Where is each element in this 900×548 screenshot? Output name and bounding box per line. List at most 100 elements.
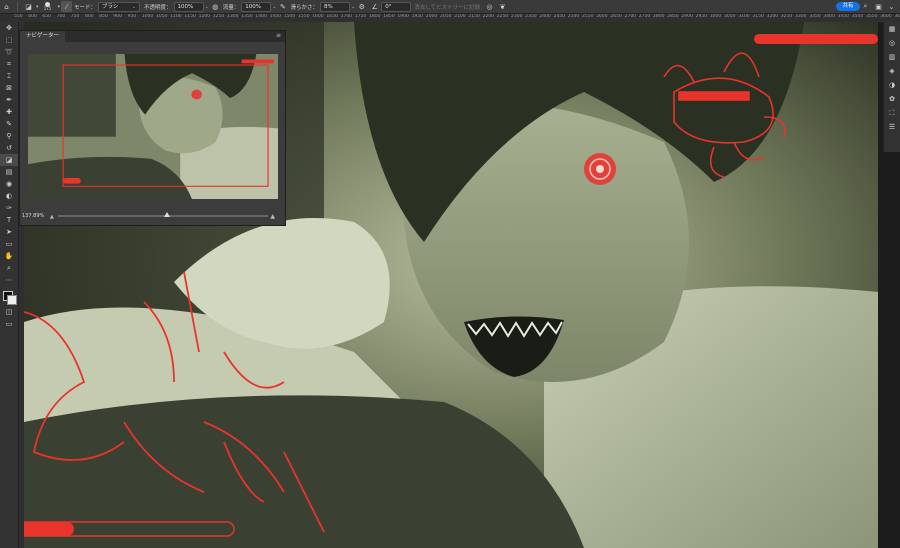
search-icon[interactable]: ⌕ xyxy=(860,1,871,12)
chevron-down-icon[interactable]: ▾ xyxy=(58,4,61,10)
ruler-mark: 2900 xyxy=(681,14,693,19)
share-button[interactable]: 共有 xyxy=(836,2,860,11)
ruler-mark: 3500 xyxy=(851,14,864,19)
opacity-label: 不透明度： xyxy=(144,4,172,11)
ruler-mark: 1950 xyxy=(411,14,424,19)
type-icon[interactable]: T xyxy=(0,214,18,226)
chevron-down-icon[interactable]: ⌄ xyxy=(205,4,209,10)
path-select-icon[interactable]: ➤ xyxy=(0,226,18,238)
hand-icon[interactable]: ✋ xyxy=(0,250,18,262)
ruler-mark: 1350 xyxy=(241,14,253,19)
ruler-mark: 3650 xyxy=(894,14,900,19)
eraser-icon[interactable]: ◪ xyxy=(0,154,18,166)
marquee-icon[interactable]: ⬚ xyxy=(0,34,18,46)
grid-icon[interactable]: ▦ xyxy=(884,22,900,36)
ruler-mark: 2300 xyxy=(511,14,523,19)
chevron-down-icon[interactable]: ⌄ xyxy=(351,4,355,10)
lasso-icon[interactable]: ➰ xyxy=(0,46,18,58)
ruler-mark: 2950 xyxy=(695,14,708,19)
zoom-slider-handle[interactable] xyxy=(164,212,171,217)
ruler-mark: 1650 xyxy=(326,14,338,19)
channels-icon[interactable]: ◎ xyxy=(884,36,900,50)
zoom-out-icon[interactable]: ▲ xyxy=(50,214,54,220)
chevron-down-icon[interactable]: ⌄ xyxy=(272,4,276,10)
eraser-tool-icon[interactable]: ◪ xyxy=(23,1,34,12)
eyedropper-icon[interactable]: ✒ xyxy=(0,94,18,106)
angle-icon: ∠ xyxy=(371,2,378,11)
ruler-mark: 2050 xyxy=(440,14,452,19)
object-select-icon[interactable]: ⌗ xyxy=(0,58,18,70)
flow-field[interactable]: 100% xyxy=(241,1,272,12)
more-tools-icon[interactable]: ⋯ xyxy=(0,274,18,286)
angle-field[interactable]: 0° xyxy=(381,1,412,12)
tab-navigator[interactable]: ナビゲーター xyxy=(20,31,66,42)
ruler-mark: 650 xyxy=(42,14,51,19)
opacity-field[interactable]: 100% xyxy=(173,1,204,12)
crop-icon[interactable]: ⌶ xyxy=(0,70,18,82)
layers-icon[interactable]: ◈ xyxy=(884,64,900,78)
zoom-in-icon[interactable]: ▲ xyxy=(270,213,275,220)
smoothing-label: 滑らかさ： xyxy=(290,4,318,11)
quick-mask-icon[interactable]: ◫ xyxy=(0,306,18,318)
transform-icon[interactable]: ⛶ xyxy=(884,106,900,120)
pressure-size-icon[interactable]: ◎ xyxy=(484,1,495,12)
mode-label: モード： xyxy=(74,4,97,11)
properties-icon[interactable]: ✿ xyxy=(884,92,900,106)
ruler-mark: 2550 xyxy=(582,14,594,19)
workspace-icon[interactable]: ▣ xyxy=(873,1,884,12)
home-icon[interactable]: ⌂ xyxy=(1,1,12,12)
gradient-icon[interactable]: ▤ xyxy=(0,166,18,178)
ruler-mark: 750 xyxy=(70,14,80,19)
ruler-mark: 2200 xyxy=(482,14,495,19)
red-bar-top-right xyxy=(754,34,878,44)
gradients-icon[interactable]: ▥ xyxy=(884,50,900,64)
clone-stamp-icon[interactable]: ⚲ xyxy=(0,130,18,142)
rectangle-icon[interactable]: ▭ xyxy=(0,238,18,250)
zoom-icon[interactable]: ⌕ xyxy=(0,262,18,274)
sliders-icon[interactable]: ☰ xyxy=(884,120,900,134)
ruler-mark: 2450 xyxy=(553,14,566,19)
opacity-value: 100% xyxy=(177,3,194,10)
move-icon[interactable]: ✥ xyxy=(0,22,18,34)
brush-icon[interactable]: ✎ xyxy=(0,118,18,130)
airbrush-icon[interactable]: ✎ xyxy=(277,1,288,12)
pressure-opacity-icon[interactable]: ◍ xyxy=(210,1,221,12)
frame-icon[interactable]: ⊠ xyxy=(0,82,18,94)
history-brush-icon[interactable]: ↺ xyxy=(0,142,18,154)
mode-select[interactable]: ブラシ ⌄ xyxy=(98,1,141,12)
chevron-down-icon[interactable]: ⌄ xyxy=(886,1,897,12)
zoom-slider[interactable] xyxy=(58,212,268,217)
blur-icon[interactable]: ◉ xyxy=(0,178,18,190)
ruler-mark: 1250 xyxy=(212,14,225,19)
brush-settings-icon[interactable]: ⁄ xyxy=(61,1,73,12)
ruler-mark: 1550 xyxy=(298,14,310,19)
window-icons: ⌕ ▣ ⌄ xyxy=(859,1,898,12)
ruler-mark: 1700 xyxy=(340,14,353,19)
zoom-value[interactable]: 137.89% xyxy=(22,213,44,219)
divider xyxy=(17,2,18,11)
butterfly-icon[interactable]: ❦ xyxy=(497,1,508,12)
healing-brush-icon[interactable]: ✚ xyxy=(0,106,18,118)
adjustments-icon[interactable]: ◑ xyxy=(884,78,900,92)
chevron-down-icon[interactable]: ▾ xyxy=(36,4,39,10)
screen-mode-icon[interactable]: ▭ xyxy=(0,318,18,330)
ruler-mark: 1850 xyxy=(383,14,395,19)
panel-menu-icon[interactable]: ≡ xyxy=(276,32,281,39)
background-color[interactable] xyxy=(7,295,17,305)
pen-icon[interactable]: ✑ xyxy=(0,202,18,214)
ruler-mark: 2150 xyxy=(468,14,480,19)
brush-preset-icon[interactable]: 175 xyxy=(40,1,56,12)
ruler-mark: 1800 xyxy=(369,14,381,19)
dodge-icon[interactable]: ◐ xyxy=(0,190,18,202)
ruler-mark: 3000 xyxy=(709,14,722,19)
ruler-mark: 1050 xyxy=(156,14,168,19)
navigator-thumbnail[interactable] xyxy=(28,54,278,199)
ruler-mark: 550 xyxy=(14,14,23,19)
smoothing-field[interactable]: 8% xyxy=(320,1,350,12)
ruler-mark: 3400 xyxy=(823,14,835,19)
color-swatches[interactable] xyxy=(0,290,18,306)
navigator-panel: ナビゲーター ≡ 137.89% ▲ ▲ xyxy=(19,30,286,226)
ruler-mark: 950 xyxy=(127,14,137,19)
gear-icon[interactable]: ⚙ xyxy=(356,1,367,12)
ruler-mark: 2600 xyxy=(596,14,608,19)
